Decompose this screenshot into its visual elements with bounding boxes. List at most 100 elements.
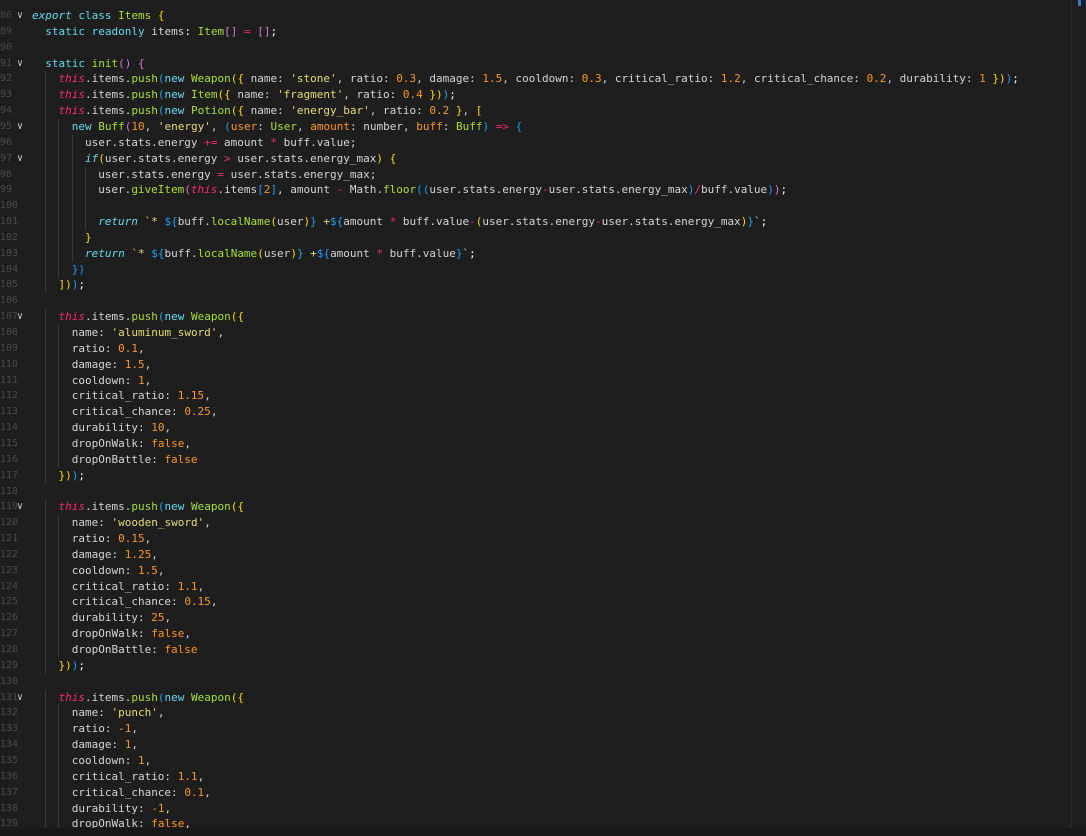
code-line[interactable]: 125 critical_chance: 0.15,: [0, 594, 1072, 611]
code-line[interactable]: 120 name: 'wooden_sword',: [0, 515, 1072, 532]
code-line[interactable]: 136 critical_ratio: 1.1,: [0, 768, 1072, 785]
scrollbar-position-marker[interactable]: [1078, 0, 1081, 6]
line-number: 94: [0, 105, 13, 117]
indent-guide: [45, 435, 47, 452]
code-line[interactable]: 116 dropOnBattle: false: [0, 451, 1072, 468]
code-token: 0.3: [581, 72, 602, 86]
horizontal-scrollbar[interactable]: [0, 828, 1086, 836]
code-token: 10: [151, 421, 165, 435]
code-line[interactable]: 108 name: 'aluminum_sword',: [0, 325, 1072, 341]
fold-chevron-icon[interactable]: ∨: [17, 8, 23, 24]
code-line[interactable]: 94 this.items.push(new Potion({ name: 'en…: [0, 103, 1072, 120]
code-line[interactable]: 113 critical_chance: 0.25,: [0, 404, 1072, 421]
code-line[interactable]: 123 cooldown: 1.5,: [0, 562, 1072, 579]
code-line[interactable]: 102}: [0, 229, 1072, 246]
fold-chevron-icon[interactable]: ∨: [17, 499, 23, 515]
code-line[interactable]: 92 this.items.push(new Weapon({ name: 'st…: [0, 71, 1072, 88]
line-number: 136: [0, 770, 19, 782]
code-line[interactable]: 109 ratio: 0.1,: [0, 340, 1072, 357]
code-token: Weapon: [190, 690, 231, 704]
code-line[interactable]: 93 this.items.push(new Item({ name: 'frag…: [0, 87, 1072, 104]
code-line[interactable]: 86 ∨ export class Items {: [0, 8, 1072, 24]
fold-chevron-icon[interactable]: ∨: [17, 690, 23, 706]
code-line[interactable]: 100: [0, 198, 1072, 215]
code-line[interactable]: 132 name: 'punch',: [0, 705, 1072, 722]
line-number: 114: [0, 422, 19, 434]
code-line[interactable]: 104}): [0, 261, 1072, 278]
code-line[interactable]: 131 ∨ this.items.push(new Weapon({: [0, 689, 1072, 706]
code-line[interactable]: 130: [0, 674, 1072, 690]
code-token: new: [164, 500, 185, 514]
code-line[interactable]: 101 return `* ${buff.localName(user)} +${…: [0, 214, 1072, 231]
code-line[interactable]: 110 damage: 1.5,: [0, 356, 1072, 373]
code-token: >: [224, 151, 231, 165]
line-number: 137: [0, 786, 19, 798]
code-token: []: [224, 24, 238, 38]
code-token: buff: [416, 119, 443, 133]
code-line[interactable]: 127 dropOnWalk: false,: [0, 626, 1072, 643]
code-line[interactable]: 115 dropOnWalk: false,: [0, 435, 1072, 452]
vertical-scrollbar[interactable]: [1071, 0, 1086, 828]
code-token: {: [389, 151, 397, 165]
fold-chevron-icon[interactable]: ∨: [17, 151, 23, 167]
code-token: ,: [151, 547, 158, 561]
code-token: Item: [190, 88, 218, 102]
code-token: false: [151, 627, 185, 641]
code-line[interactable]: 105]));: [0, 277, 1072, 294]
code-token: ratio:: [71, 532, 119, 546]
code-line[interactable]: 138 durability: -1,: [0, 800, 1072, 817]
code-editor[interactable]: 86 ∨ export class Items {89 static readonly…: [0, 0, 1072, 828]
code-line[interactable]: 106: [0, 293, 1072, 309]
code-line[interactable]: 118: [0, 484, 1072, 500]
code-line[interactable]: 99 user.giveItem(this.items[2], amount - …: [0, 182, 1072, 199]
indent-guide: [58, 150, 60, 167]
fold-chevron-icon[interactable]: ∨: [17, 119, 23, 135]
code-line[interactable]: 117}));: [0, 467, 1072, 484]
code-line[interactable]: 137 critical_chance: 0.1,: [0, 784, 1072, 801]
code-line[interactable]: 111 cooldown: 1,: [0, 372, 1072, 389]
code-line[interactable]: 91 ∨ static init() {: [0, 56, 1072, 72]
line-number: 127: [0, 628, 19, 640]
code-line[interactable]: 119 ∨ this.items.push(new Weapon({: [0, 499, 1072, 516]
code-line[interactable]: 97 ∨ if(user.stats.energy > user.stats.ene…: [0, 150, 1072, 167]
code-token: ${: [316, 246, 331, 260]
code-line[interactable]: 95 ∨ new Buff(10, 'energy', (user: User, a…: [0, 118, 1072, 135]
code-line[interactable]: 89 static readonly items: Item[] = [];: [0, 24, 1072, 40]
code-line[interactable]: 96 user.stats.energy += amount * buff.val…: [0, 134, 1072, 151]
code-line[interactable]: 98 user.stats.energy = user.stats.energy_…: [0, 166, 1072, 183]
code-token: user.stats.energy_max: [548, 183, 688, 197]
code-line[interactable]: 90: [0, 40, 1072, 56]
code-token: -1: [151, 801, 165, 815]
code-line[interactable]: 121 ratio: 0.15,: [0, 531, 1072, 548]
code-line[interactable]: 129}));: [0, 657, 1072, 674]
code-token: static: [45, 56, 85, 70]
code-token: ]): [58, 278, 72, 292]
code-line[interactable]: 133 ratio: -1,: [0, 721, 1072, 738]
code-line[interactable]: 134 damage: 1,: [0, 737, 1072, 754]
code-token: }): [429, 88, 443, 102]
code-line[interactable]: 107 ∨ this.items.push(new Weapon({: [0, 309, 1072, 326]
code-line[interactable]: 112 critical_ratio: 1.15,: [0, 388, 1072, 405]
code-line[interactable]: 128 dropOnBattle: false: [0, 642, 1072, 658]
code-token: ,: [164, 421, 172, 435]
code-token: 0.25: [184, 405, 211, 419]
code-text: }: [85, 230, 92, 246]
code-line[interactable]: 103 return `* ${buff.localName(user)} +${…: [0, 245, 1072, 262]
code-line[interactable]: 124 critical_ratio: 1.1,: [0, 578, 1072, 595]
fold-chevron-icon[interactable]: ∨: [17, 56, 23, 72]
code-token: 1.5: [124, 357, 145, 371]
code-token: amount: [217, 135, 271, 149]
code-line[interactable]: 114 durability: 10,: [0, 420, 1072, 437]
code-line[interactable]: 122 damage: 1.25,: [0, 546, 1072, 563]
fold-chevron-icon[interactable]: ∨: [17, 309, 23, 325]
code-line[interactable]: 126 durability: 25,: [0, 610, 1072, 627]
code-line[interactable]: 135 cooldown: 1,: [0, 752, 1072, 769]
code-token: ;: [449, 88, 456, 102]
indent-guide: [58, 515, 60, 532]
indent-guide: [58, 642, 60, 658]
code-text: this.items.push(new Weapon({ name: 'ston…: [58, 71, 1018, 87]
code-line[interactable]: 139 dropOnWalk: false,: [0, 816, 1072, 828]
